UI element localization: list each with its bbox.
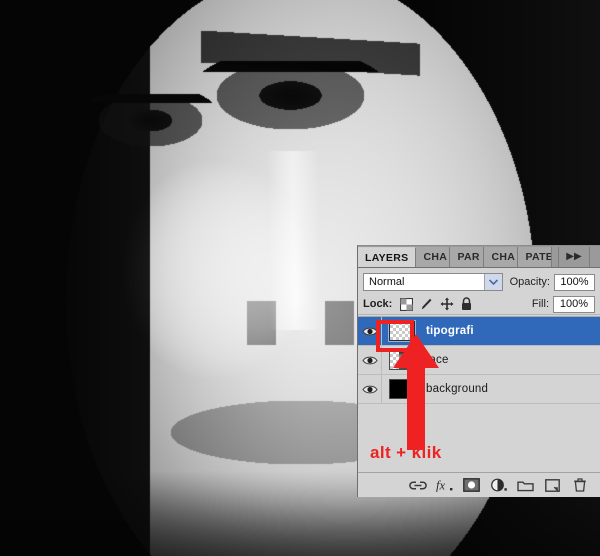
panel-tab-bar: LAYERS CHA PAR CHA PATE ▶▶: [358, 246, 600, 268]
face-thumbnail-content: [399, 352, 408, 369]
layer-name-tipografi[interactable]: tipografi: [426, 325, 474, 337]
tab-bar-end: [589, 247, 600, 267]
opacity-input[interactable]: 100%: [553, 273, 595, 291]
tab-character[interactable]: CHA: [484, 247, 519, 267]
tab-channels[interactable]: CHA: [416, 247, 451, 267]
new-layer-icon[interactable]: [539, 475, 566, 495]
tab-paths[interactable]: PATE: [518, 247, 553, 267]
layer-thumbnail-cell[interactable]: [382, 375, 422, 404]
link-layers-icon[interactable]: [404, 475, 431, 495]
delete-layer-trash-icon[interactable]: [566, 475, 593, 495]
chevron-down-icon[interactable]: [483, 274, 502, 290]
fill-group: Fill: 100%: [525, 295, 595, 313]
tab-paragraph[interactable]: PAR: [450, 247, 485, 267]
tab-layers[interactable]: LAYERS: [358, 247, 417, 267]
adjustment-layer-icon[interactable]: [485, 475, 512, 495]
lock-position-move-icon[interactable]: [438, 297, 455, 312]
lock-all-icon[interactable]: [458, 297, 475, 312]
svg-text:fx: fx: [436, 479, 445, 493]
opacity-label: Opacity:: [509, 276, 550, 288]
layer-thumbnail-face[interactable]: [389, 350, 415, 370]
lock-row: Lock: Fill: 100%: [358, 293, 600, 315]
fill-input[interactable]: 100%: [553, 295, 595, 313]
layer-style-fx-icon[interactable]: fx: [431, 475, 458, 495]
new-group-folder-icon[interactable]: [512, 475, 539, 495]
blend-opacity-row: Normal Opacity: 100%: [358, 268, 600, 293]
layer-row-background[interactable]: background: [358, 374, 600, 404]
lock-label: Lock:: [363, 298, 393, 310]
lock-image-pixels-icon[interactable]: [418, 297, 435, 312]
layer-name-background[interactable]: background: [426, 383, 488, 395]
layer-thumbnail-background[interactable]: [389, 379, 415, 399]
layer-visibility-toggle[interactable]: [358, 374, 382, 404]
blend-mode-select[interactable]: Normal: [363, 273, 503, 291]
layer-name-face[interactable]: face: [426, 354, 449, 366]
add-layer-mask-icon[interactable]: [458, 475, 485, 495]
black-thumbnail-content: [390, 380, 414, 398]
collapse-panel-chevron-icon[interactable]: ▶▶: [559, 247, 589, 267]
blend-mode-value: Normal: [369, 276, 405, 288]
annotation-instruction-text: alt + klik: [370, 443, 442, 462]
layers-panel-bottom-toolbar: fx: [358, 472, 600, 497]
lock-transparent-pixels-icon[interactable]: [398, 297, 415, 312]
annotation-highlight-rectangle: [376, 320, 414, 352]
fill-label: Fill:: [531, 298, 549, 310]
screenshot-root: LAYERS CHA PAR CHA PATE ▶▶ Normal Opacit…: [0, 0, 600, 556]
